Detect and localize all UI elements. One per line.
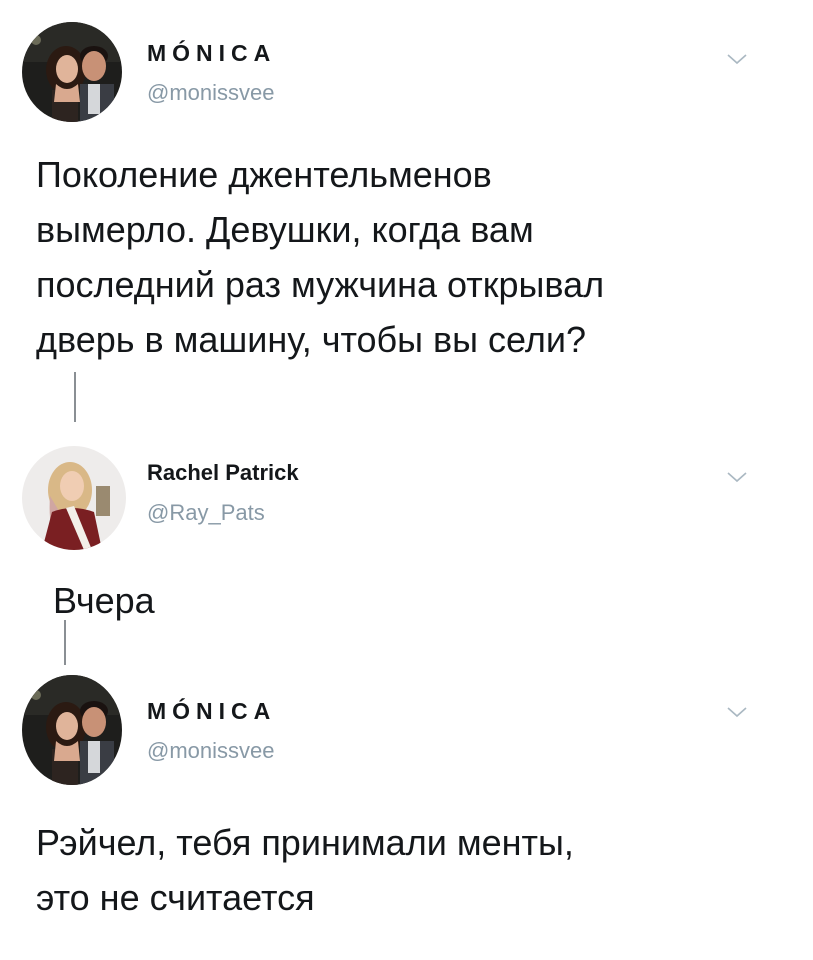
- thread-connector: [64, 620, 66, 665]
- avatar[interactable]: [22, 22, 122, 122]
- chevron-down-icon[interactable]: [726, 470, 748, 484]
- username-handle[interactable]: @monissvee: [147, 80, 275, 106]
- tweet-text: Поколение джентельменов вымерло. Девушки…: [36, 154, 605, 360]
- tweet-2: Rachel Patrick @Ray_Pats Вчера: [0, 440, 813, 621]
- display-name[interactable]: MÓNICA: [147, 698, 276, 725]
- avatar[interactable]: [22, 446, 126, 550]
- username-handle[interactable]: @monissvee: [147, 738, 275, 764]
- tweet-text: Вчера: [53, 580, 155, 621]
- tweet-3: MÓNICA @monissvee Рэйчел, тебя принимали…: [0, 665, 813, 960]
- display-name[interactable]: Rachel Patrick: [147, 460, 299, 486]
- tweet-1: MÓNICA @monissvee Поколение джентельмено…: [0, 0, 813, 380]
- username-handle[interactable]: @Ray_Pats: [147, 500, 265, 526]
- chevron-down-icon[interactable]: [726, 52, 748, 66]
- chevron-down-icon[interactable]: [726, 705, 748, 719]
- couple-photo-icon: [22, 22, 122, 122]
- display-name[interactable]: MÓNICA: [147, 40, 276, 67]
- tweet-text: Рэйчел, тебя принимали менты, это не счи…: [36, 822, 574, 918]
- woman-photo-icon: [22, 446, 126, 550]
- couple-photo-icon: [22, 675, 122, 785]
- thread-connector: [74, 372, 76, 422]
- avatar[interactable]: [22, 675, 122, 785]
